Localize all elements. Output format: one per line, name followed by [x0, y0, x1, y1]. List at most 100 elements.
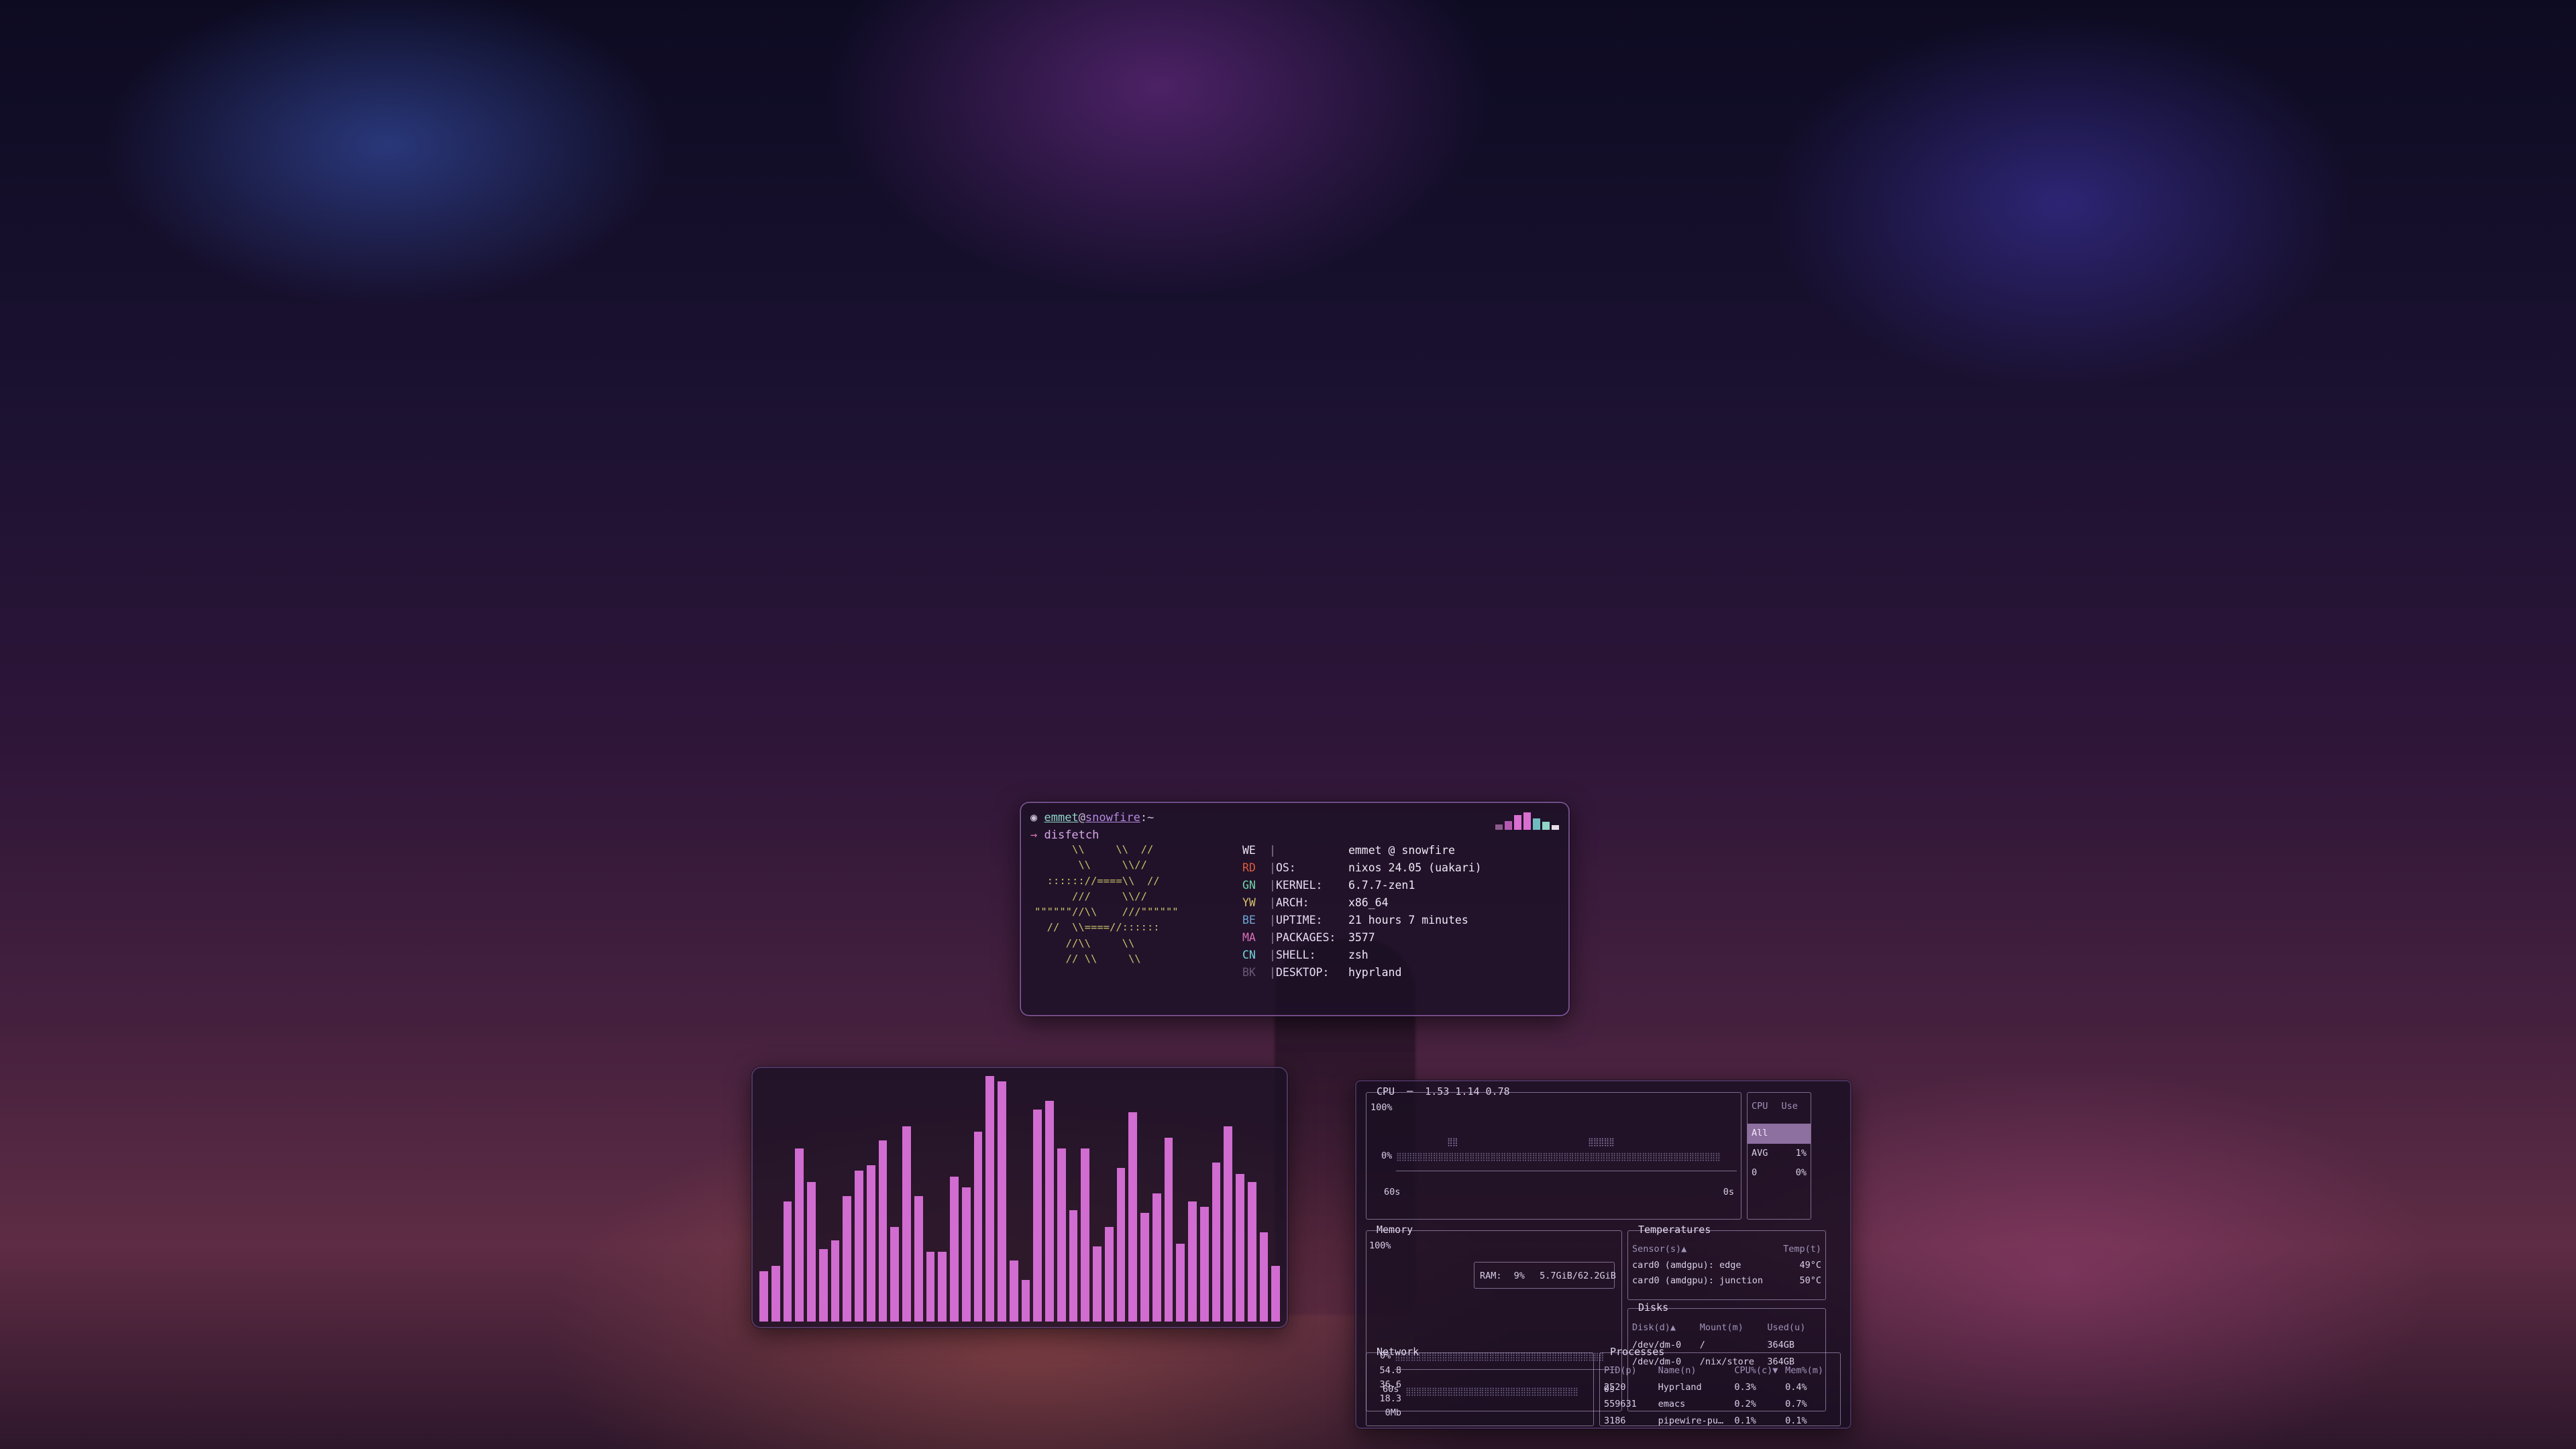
- process-name: emacs: [1658, 1398, 1686, 1409]
- process-cpu: 0.1%: [1734, 1415, 1756, 1426]
- color-tag: CN: [1242, 949, 1256, 962]
- spectrum-bar: [1152, 1193, 1161, 1322]
- btop-cpu-core-row[interactable]: 0 0%: [1748, 1163, 1811, 1183]
- spectrum-bar: [1033, 1109, 1042, 1322]
- btop-network-ticks: 54.8 36.6 18.3 0Mb: [1372, 1364, 1401, 1420]
- spectrum-bar: [1188, 1201, 1197, 1322]
- sensor-temp: 50°C: [1799, 1275, 1821, 1287]
- spectrum-bar: [1128, 1112, 1137, 1322]
- spectrum-bar: [1093, 1246, 1102, 1322]
- spectrum-bar: [1236, 1173, 1244, 1322]
- disfetch-terminal-window[interactable]: ◉ emmet@snowfire:~ → disfetch \\ \\ // \…: [1020, 802, 1570, 1016]
- spectrum-bar: [998, 1081, 1006, 1322]
- btop-process-row[interactable]: 2520 Hyprland 0.3% 0.4%: [1604, 1379, 1836, 1396]
- shell-command: disfetch: [1044, 828, 1099, 842]
- btop-cpu-label: CPU: [1377, 1085, 1395, 1097]
- btop-ram-box: RAM: 9% 5.7GiB/62.2GiB: [1474, 1262, 1616, 1289]
- fetch-value: zsh: [1348, 949, 1368, 962]
- btop-process-row[interactable]: 559631 emacs 0.2% 0.7%: [1604, 1396, 1836, 1413]
- cava-visualizer-window[interactable]: [751, 1067, 1288, 1328]
- sensor-name: card0 (amdgpu): junction: [1632, 1275, 1764, 1287]
- btop-processes-header: PID(p) Name(n) CPU%(c)▼ Mem%(m): [1604, 1362, 1836, 1379]
- spectrum-bar: [1271, 1265, 1280, 1322]
- nixos-ascii-logo: \\ \\ // \\ \\// :::::://====\\ // /// \…: [1034, 843, 1179, 965]
- sensor-temp: 49°C: [1799, 1259, 1821, 1271]
- secondary-wallpaper: [0, 0, 2576, 1449]
- process-name: Hyprland: [1658, 1381, 1702, 1393]
- prompt-host: snowfire: [1085, 811, 1140, 824]
- column-header[interactable]: Sensor(s)▲: [1632, 1242, 1686, 1258]
- btop-process-row[interactable]: 3186 pipewire-pu… 0.1% 0.1%: [1604, 1413, 1836, 1428]
- spectrum-bar: [783, 1201, 792, 1322]
- btop-cpu-spike-a: ⣿⣿: [1447, 1137, 1458, 1146]
- btop-processes-table[interactable]: PID(p) Name(n) CPU%(c)▼ Mem%(m) 2520 Hyprland…: [1604, 1362, 1836, 1428]
- divider: |: [1269, 966, 1276, 979]
- spectrum-bar: [866, 1165, 875, 1322]
- fetch-row: RD | OS: nixos 24.05 (uakari): [1242, 859, 1482, 877]
- process-name: pipewire-pu…: [1658, 1415, 1724, 1426]
- spectrum-bar: [1212, 1162, 1221, 1322]
- spectrum-bar: [1045, 1101, 1054, 1322]
- btop-core-label: AVG: [1752, 1147, 1768, 1159]
- btop-network-graph: ⣿⣿⣿⣿⣿⣿⣿⣿⣿⣿⣿⣿⣿⣿⣿⣿⣿⣿⣿⣿⣿⣿⣿⣿⣿⣿⣿⣿⣿⣿⣿⣿⣿: [1405, 1387, 1578, 1396]
- spectrum-bar: [1224, 1126, 1232, 1322]
- process-pid: 559631: [1604, 1398, 1637, 1409]
- sixel-bars-icon: [1495, 812, 1559, 830]
- btop-cpu-core-row[interactable]: AVG 1%: [1748, 1144, 1811, 1164]
- network-tick: 18.3: [1379, 1393, 1401, 1404]
- network-tick: 0Mb: [1385, 1407, 1401, 1418]
- column-header[interactable]: Temp(t): [1783, 1242, 1821, 1258]
- divider: |: [1269, 896, 1276, 910]
- spectrum-bar: [878, 1140, 888, 1322]
- btop-cpu-xleft: 60s: [1384, 1187, 1401, 1197]
- spectrum-bar: [1199, 1207, 1209, 1322]
- btop-temperatures-box: Temperatures Sensor(s)▲ Temp(t) card0 (amd…: [1627, 1224, 1826, 1300]
- spectrum-bar: [902, 1126, 911, 1322]
- column-header[interactable]: CPU%(c)▼: [1734, 1362, 1785, 1379]
- color-tag: BE: [1242, 914, 1256, 927]
- btop-cpu-use-rows[interactable]: All AVG 1% 0 0%: [1748, 1124, 1811, 1183]
- btop-cpu-core-row[interactable]: All: [1748, 1124, 1811, 1144]
- btop-core-label: 0: [1752, 1167, 1758, 1179]
- spectrum-bar: [938, 1252, 947, 1322]
- spectrum-bar: [759, 1271, 768, 1322]
- divider: |: [1269, 861, 1276, 875]
- btop-cpu-use-box: CPU Use All AVG 1% 0 0%: [1747, 1092, 1811, 1220]
- btop-temperatures-table: Sensor(s)▲ Temp(t) card0 (amdgpu): edge 49°…: [1632, 1242, 1821, 1289]
- network-tick: 54.8: [1379, 1365, 1401, 1376]
- spectrum-bar: [973, 1132, 983, 1322]
- fetch-value: 21 hours 7 minutes: [1348, 914, 1468, 927]
- btop-temperature-row: card0 (amdgpu): edge 49°C: [1632, 1258, 1821, 1274]
- fetch-value: nixos 24.05 (uakari): [1348, 861, 1482, 875]
- divider: |: [1269, 914, 1276, 927]
- audio-spectrum-bars: [759, 1076, 1280, 1322]
- spectrum-bar: [1021, 1279, 1030, 1322]
- spectrum-bar: [1140, 1212, 1149, 1322]
- spectrum-bar: [1247, 1182, 1256, 1322]
- btop-ram-label: RAM:: [1480, 1271, 1502, 1281]
- spectrum-bar: [830, 1240, 840, 1322]
- spectrum-bar: [1176, 1243, 1185, 1322]
- btop-network-title: Network: [1377, 1346, 1419, 1358]
- btop-cpu-ytop: 100%: [1371, 1102, 1393, 1113]
- btop-processes-title: Processes: [1610, 1346, 1665, 1358]
- column-header[interactable]: Mount(m): [1700, 1320, 1768, 1337]
- fetch-row: WE | emmet @ snowfire: [1242, 842, 1482, 859]
- divider: |: [1269, 844, 1276, 857]
- btop-system-monitor-window[interactable]: CPU ─ 1.53 1.14 0.78 100% 0% ⣿⣿⣿⣿⣿⣿⣿⣿⣿⣿⣿…: [1355, 1080, 1851, 1429]
- btop-ram-value: 5.7GiB/62.2GiB: [1540, 1271, 1616, 1281]
- fetch-value: x86_64: [1348, 896, 1389, 910]
- sensor-name: card0 (amdgpu): edge: [1632, 1259, 1741, 1271]
- process-mem: 0.1%: [1785, 1415, 1807, 1426]
- column-header[interactable]: Used(u): [1767, 1320, 1821, 1337]
- shell-prompt-line: ◉ emmet@snowfire:~: [1030, 811, 1155, 824]
- column-header[interactable]: Disk(d)▲: [1632, 1320, 1700, 1337]
- column-header[interactable]: PID(p): [1604, 1362, 1658, 1379]
- column-header[interactable]: Mem%(m): [1785, 1362, 1836, 1379]
- btop-cpu-title: CPU ─ 1.53 1.14 0.78: [1377, 1085, 1510, 1097]
- column-header[interactable]: Name(n): [1658, 1362, 1735, 1379]
- disk-used: 364GB: [1767, 1339, 1795, 1350]
- spectrum-bar: [855, 1171, 863, 1322]
- btop-ram-pct: 9%: [1513, 1271, 1525, 1281]
- btop-temperature-row: card0 (amdgpu): junction 50°C: [1632, 1273, 1821, 1289]
